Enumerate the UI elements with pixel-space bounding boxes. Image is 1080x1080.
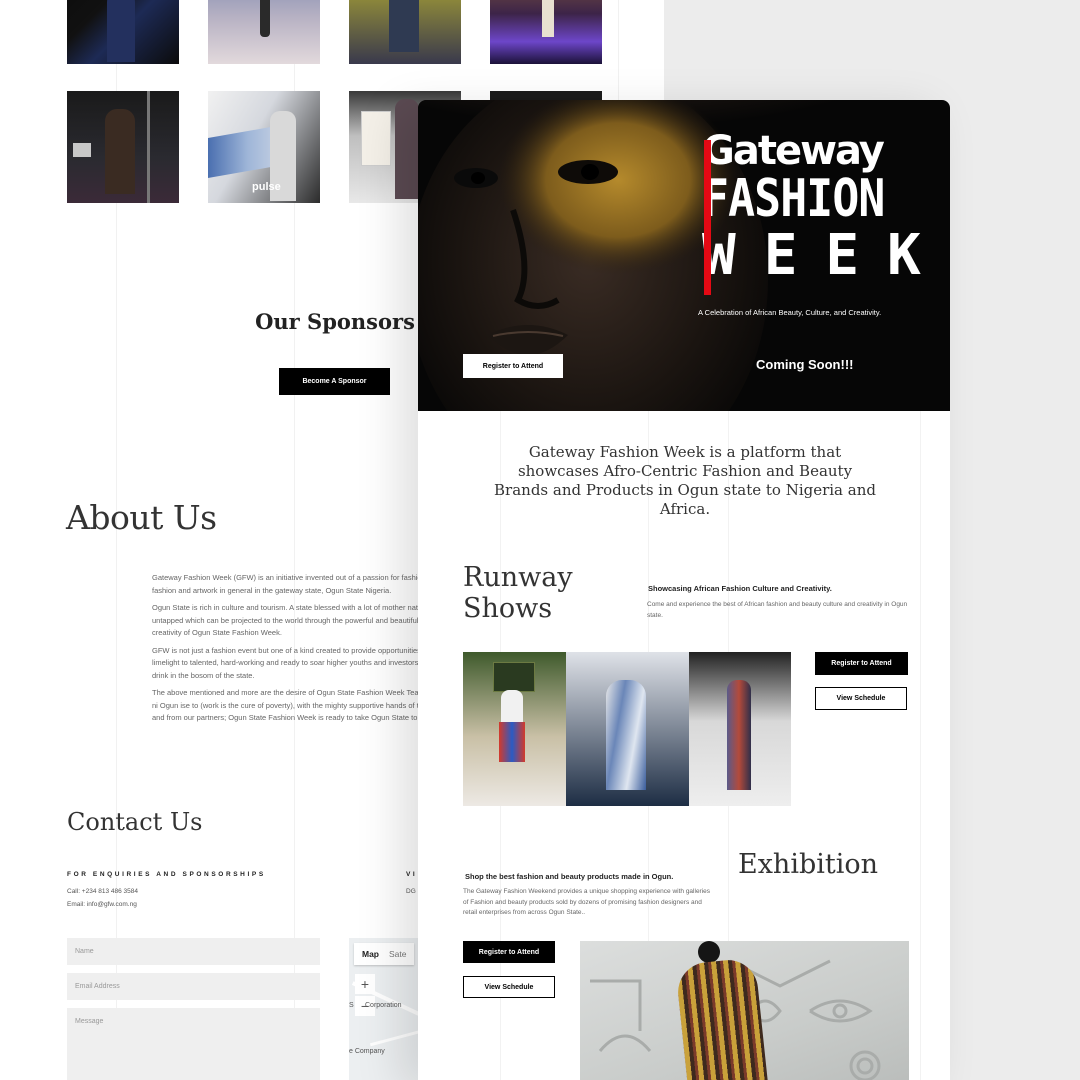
coming-soon-text: Coming Soon!!! (756, 357, 854, 372)
gfw-logo: Gateway FASHION WEEK (702, 128, 949, 295)
gallery-photo[interactable] (67, 0, 179, 64)
enquiries-label: FOR ENQUIRIES AND SPONSORSHIPS (67, 871, 266, 878)
hero-tagline: A Celebration of African Beauty, Culture… (698, 308, 882, 317)
runway-description: Come and experience the best of African … (647, 601, 908, 619)
email-field[interactable]: Email Address (67, 973, 320, 1000)
map-tab[interactable]: Map (354, 943, 387, 965)
gallery-photo[interactable]: pulse (208, 91, 320, 203)
runway-register-button[interactable]: Register to Attend (815, 652, 908, 675)
about-heading: About Us (66, 498, 217, 537)
logo-word-week: WEEK (702, 223, 949, 288)
gallery-photo[interactable] (208, 0, 320, 64)
zoom-in-button[interactable]: + (355, 974, 375, 994)
become-sponsor-button[interactable]: Become A Sponsor (279, 368, 390, 395)
exhibition-description: The Gateway Fashion Weekend provides a u… (463, 888, 711, 916)
contact-phone: Call: +234 813 486 3584 (67, 888, 139, 895)
exhibition-heading: Exhibition (738, 849, 879, 880)
front-page: Gateway FASHION WEEK A Celebration of Af… (418, 100, 950, 1080)
contact-heading: Contact Us (67, 808, 203, 836)
map-label: Corporation (365, 1002, 402, 1009)
exhibition-subheading: Shop the best fashion and beauty product… (465, 872, 674, 881)
contact-email: Email: info@gfw.com.ng (67, 901, 137, 908)
name-field[interactable]: Name (67, 938, 320, 965)
hero-register-button[interactable]: Register to Attend (463, 354, 563, 378)
gallery-photo[interactable] (67, 91, 179, 203)
intro-text: Gateway Fashion Week is a platform that … (494, 443, 876, 518)
message-field[interactable]: Message (67, 1008, 320, 1080)
gallery-photo[interactable] (349, 0, 461, 64)
sponsors-heading: Our Sponsors (255, 309, 415, 334)
runway-schedule-button[interactable]: View Schedule (815, 687, 907, 710)
runway-heading: Runway Shows (463, 562, 573, 624)
gallery-photo[interactable] (490, 0, 602, 64)
runway-subheading: Showcasing African Fashion Culture and C… (648, 584, 832, 593)
runway-heading-line: Runway (463, 562, 573, 593)
satellite-tab[interactable]: Sate (387, 943, 409, 965)
exhibition-schedule-button[interactable]: View Schedule (463, 976, 555, 998)
logo-word-fashion: FASHION (702, 169, 885, 229)
map-label: S (349, 1002, 354, 1009)
runway-photo-collage[interactable] (463, 652, 791, 806)
map-widget[interactable]: Map Sate + − S Corporation e Company (349, 938, 429, 1080)
exhibition-register-button[interactable]: Register to Attend (463, 941, 555, 963)
map-label: e Company (349, 1048, 385, 1055)
runway-heading-line: Shows (463, 593, 553, 624)
visit-label: VI (406, 871, 418, 878)
hero-banner: Gateway FASHION WEEK A Celebration of Af… (418, 100, 950, 411)
exhibition-photo[interactable] (580, 941, 909, 1080)
logo-word-gateway: Gateway (702, 128, 885, 174)
visit-text: DG (406, 888, 416, 895)
